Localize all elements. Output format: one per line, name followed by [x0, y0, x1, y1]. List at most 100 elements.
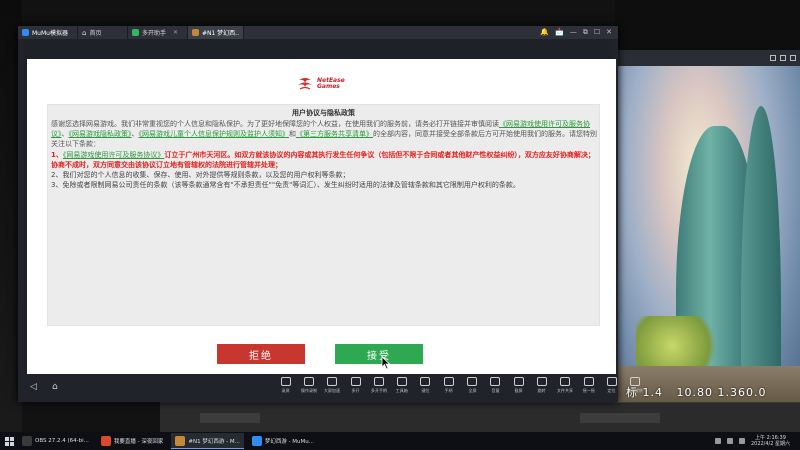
taskbar: OBS 27.2.4 (64-bi... 我要直播 - 深夜回家 #N1 梦幻西游 … — [0, 432, 800, 450]
system-tray: 上午 2:16:39 2022/4/2 星期六 — [714, 435, 800, 447]
reject-button[interactable]: 拒绝 — [217, 344, 305, 364]
taskbar-app[interactable]: OBS 27.2.4 (64-bi... — [18, 433, 93, 449]
toolbar-volume-button[interactable]: 音量 — [484, 377, 507, 394]
location-icon — [606, 377, 617, 386]
taskbar-app-label: OBS 27.2.4 (64-bi... — [35, 438, 89, 444]
emulator-toolbar: ◁ ⌂ 录屏 操作录制 大屏加速 多开 多开手柄 工具箱 键位 手柄 全屏 音量 截屏 旋转 文件共享 摇… — [18, 374, 643, 402]
restore-icon[interactable]: ⧉ — [583, 29, 588, 36]
game-icon — [192, 29, 199, 36]
toolbar-macro-button[interactable]: 操作录制 — [297, 377, 320, 394]
emulator-window: MuMu模拟器 ⌂ 首页 多开助手 ✕ #N1 梦幻西.. 🔔 📩 — ⧉ ☐ … — [18, 26, 643, 402]
toolbar-label: 定位 — [607, 389, 616, 394]
toolbar-screen-rotate-button[interactable]: 屏幕旋转 — [623, 377, 646, 394]
separator: 和 — [289, 130, 296, 139]
game-preview-window[interactable]: 标 1.4 10.80 1.360.0 — [615, 50, 800, 407]
third-party-link[interactable]: 《第三方服务共享清单》 — [296, 130, 373, 138]
game-titlebar[interactable] — [616, 50, 800, 66]
volume-icon — [490, 377, 501, 386]
multi-icon — [350, 377, 361, 386]
rotate-icon — [536, 377, 547, 386]
taskbar-app-label: 我要直播 - 深夜回家 — [113, 439, 164, 445]
logo-text-line: Games — [317, 83, 340, 90]
volume-icon[interactable] — [726, 438, 733, 444]
toolbar-label: 全屏 — [467, 389, 477, 394]
separator: 、 — [61, 130, 69, 139]
app-icon — [22, 436, 32, 446]
logo-text: NetEase Games — [317, 78, 345, 90]
tab-label: #N1 梦幻西.. — [201, 30, 239, 37]
accept-button[interactable]: 接受 — [335, 344, 423, 364]
notification-icon[interactable]: 🔔 — [540, 29, 549, 36]
home-icon[interactable]: ⌂ — [52, 382, 62, 392]
macro-icon — [303, 377, 314, 386]
controller-icon — [443, 377, 454, 386]
toolbar-label: 截屏 — [514, 389, 523, 394]
coordinate-readout: 标 1.4 10.80 1.360.0 — [626, 386, 767, 399]
toolbar-label: 手柄 — [444, 389, 453, 394]
item1-terms-link[interactable]: 《网易游戏使用许可及服务协议》 — [63, 151, 165, 159]
game-artwork: 标 1.4 10.80 1.360.0 — [616, 66, 800, 407]
children-privacy-link[interactable]: 《网易游戏儿童个人信息保护规则及监护人须知》 — [139, 130, 290, 138]
policy-scroll-box[interactable]: 用户协议与隐私政策 感谢您选择网易游戏。我们非常重视您的个人信息和隐私保护。为了… — [47, 104, 600, 326]
background-window-strip — [160, 402, 800, 432]
back-icon[interactable]: ◁ — [30, 382, 40, 392]
toolbar-shake-button[interactable]: 摇一摇 — [577, 377, 600, 394]
tab-brand[interactable]: MuMu模拟器 — [18, 26, 78, 39]
emulator-titlebar: MuMu模拟器 ⌂ 首页 多开助手 ✕ #N1 梦幻西.. 🔔 📩 — ⧉ ☐ … — [18, 26, 618, 39]
separator: 、 — [131, 130, 139, 139]
netease-logo: NetEase Games — [297, 77, 345, 91]
toolbar-controller-button[interactable]: 手柄 — [437, 377, 460, 394]
toolbar-location-button[interactable]: 定位 — [600, 377, 623, 394]
shake-icon — [583, 377, 594, 386]
toolbar-label: 音量 — [491, 389, 500, 394]
toolbar-share-button[interactable]: 文件共享 — [554, 377, 577, 394]
windows-icon — [4, 436, 14, 446]
background-bar — [580, 413, 660, 423]
keyboard-icon — [420, 377, 431, 386]
tab-multi-assistant[interactable]: 多开助手 ✕ — [128, 26, 188, 39]
minimize-icon[interactable] — [770, 55, 776, 61]
tab-home[interactable]: ⌂ 首页 — [78, 26, 128, 39]
taskbar-app[interactable]: 我要直播 - 深夜回家 — [97, 433, 167, 449]
intro-text: 感谢您选择网易游戏。我们非常重视您的个人信息和隐私保护。为了更好地保障您的个人权… — [51, 120, 499, 128]
toolbar-label: 摇一摇 — [582, 389, 595, 394]
start-button[interactable] — [0, 432, 18, 450]
minimize-icon[interactable]: — — [570, 29, 577, 36]
tab-game[interactable]: #N1 梦幻西.. — [188, 26, 244, 39]
toolbar-fullscreen-button[interactable]: 全屏 — [460, 377, 483, 394]
record-icon — [280, 377, 291, 386]
toolbar-record-button[interactable]: 录屏 — [274, 377, 297, 394]
message-icon[interactable]: 📩 — [555, 29, 564, 36]
clock[interactable]: 上午 2:16:39 2022/4/2 星期六 — [751, 435, 790, 447]
toolbar-label: 旋转 — [537, 389, 546, 394]
tab-label: MuMu模拟器 — [32, 30, 68, 37]
privacy-link[interactable]: 《网易游戏隐私政策》 — [69, 130, 132, 138]
toolbar-label: 录屏 — [281, 389, 290, 394]
clock-date: 2022/4/2 星期六 — [750, 441, 790, 447]
tab-label: 多开助手 — [142, 30, 167, 37]
close-icon[interactable] — [790, 55, 796, 61]
toolbar-toolbox-button[interactable]: 工具箱 — [390, 377, 413, 394]
toolbar-keyboard-button[interactable]: 键位 — [414, 377, 437, 394]
tray-icon[interactable] — [714, 438, 721, 444]
window-controls: 🔔 📩 — ⧉ ☐ ✕ — [540, 26, 618, 39]
fullscreen-icon — [467, 377, 478, 386]
item2-text: 2、我们对您的个人信息的收集、保存、使用、对外提供等规则条款，以及您的用户权利等… — [51, 171, 350, 180]
netease-logo-icon — [298, 78, 312, 90]
toolbar-gamepad-button[interactable]: 多开手柄 — [367, 377, 390, 394]
multi-assistant-icon — [132, 29, 139, 36]
maximize-icon[interactable] — [780, 55, 786, 61]
close-icon[interactable]: ✕ — [606, 29, 612, 36]
toolbar-boost-button[interactable]: 大屏加速 — [321, 377, 344, 394]
emulator-screen: NetEase Games 用户协议与隐私政策 感谢您选择网易游戏。我们非常重视… — [24, 39, 616, 397]
network-icon[interactable] — [738, 438, 745, 444]
close-tab-icon[interactable]: ✕ — [173, 29, 178, 36]
gamepad-icon — [373, 377, 384, 386]
toolbar-multi-button[interactable]: 多开 — [344, 377, 367, 394]
toolbar-rotate-button[interactable]: 旋转 — [530, 377, 553, 394]
toolbar-screenshot-button[interactable]: 截屏 — [507, 377, 530, 394]
maximize-icon[interactable]: ☐ — [594, 29, 600, 36]
taskbar-app[interactable]: #N1 梦幻西游 - M... — [171, 433, 244, 449]
home-icon: ⌂ — [82, 28, 87, 37]
taskbar-app[interactable]: 梦幻西游 - MuMu... — [248, 433, 318, 449]
